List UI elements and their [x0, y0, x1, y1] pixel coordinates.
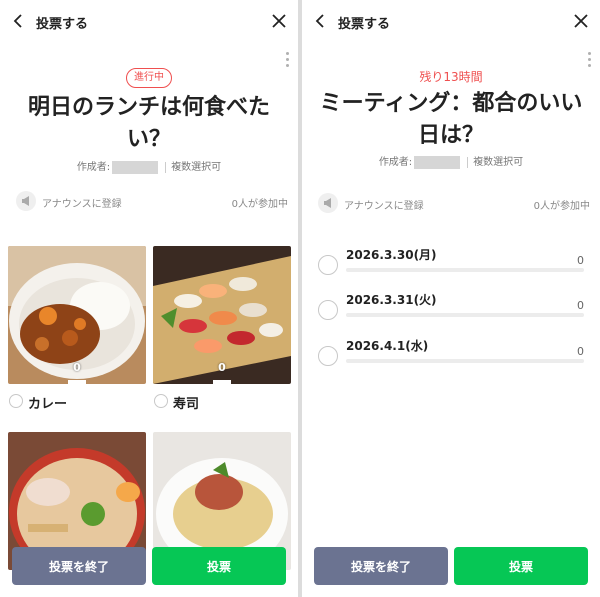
option-label: 2026.3.30(月)	[346, 248, 437, 262]
poll-meta: 作成者: 複数選択可	[302, 153, 600, 169]
participant-count: 0人が参加中	[533, 201, 590, 212]
radio-button[interactable]	[318, 346, 338, 366]
option-label: カレー	[28, 397, 68, 412]
option-vote-count: 0	[577, 254, 584, 267]
vote-progress-track	[346, 359, 584, 363]
vote-button[interactable]: 投票	[152, 547, 286, 585]
vote-bar	[68, 380, 86, 384]
poll-title: 明日のランチは何食べたい？	[27, 95, 270, 152]
option-label: 2026.4.1(水)	[346, 339, 429, 353]
option-row-2026-3-30[interactable]: 2026.3.30(月) 0	[318, 246, 584, 280]
chevron-left-icon[interactable]	[312, 12, 330, 30]
author-label: 作成者:	[76, 162, 111, 173]
megaphone-icon	[318, 193, 338, 213]
option-vote-count: 0	[73, 361, 81, 374]
megaphone-icon	[16, 191, 36, 211]
close-icon[interactable]	[270, 12, 288, 30]
multi-select-label: 複数選択可	[473, 157, 524, 168]
multi-select-label: 複数選択可	[171, 162, 222, 173]
option-row-sushi[interactable]: 寿司	[153, 392, 291, 412]
announce-label: アナウンスに登録	[344, 201, 424, 212]
header: 投票する	[0, 0, 298, 42]
option-card-sushi[interactable]: 0 寿司	[153, 246, 291, 412]
author-name-redacted	[112, 160, 159, 174]
curry-image: 0	[8, 246, 146, 384]
vote-progress-track	[346, 268, 584, 272]
poll-meta: 作成者: 複数選択可	[0, 158, 298, 174]
radio-button[interactable]	[9, 394, 23, 408]
option-vote-count: 0	[577, 299, 584, 312]
radio-button[interactable]	[154, 394, 168, 408]
vote-bar	[213, 380, 231, 384]
option-vote-count: 0	[577, 345, 584, 358]
option-card-curry[interactable]: 0 カレー	[8, 246, 146, 412]
close-icon[interactable]	[572, 12, 590, 30]
author-label: 作成者:	[378, 157, 413, 168]
option-row-curry[interactable]: カレー	[8, 392, 146, 412]
header-title: 投票する	[338, 17, 391, 32]
poll-screen-meeting: 投票する 残り13時間 ミーティング：都合のいい日は？ 作成者: 複数選択可 アナ…	[302, 0, 600, 597]
radio-button[interactable]	[318, 300, 338, 320]
option-row-2026-4-1[interactable]: 2026.4.1(水) 0	[318, 337, 584, 371]
participant-count: 0人が参加中	[231, 199, 288, 210]
announce-row[interactable]: アナウンスに登録 0人が参加中	[16, 191, 288, 213]
radio-button[interactable]	[318, 255, 338, 275]
option-row-2026-3-31[interactable]: 2026.3.31(火) 0	[318, 291, 584, 325]
poll-screen-lunch: 投票する 進行中 明日のランチは何食べたい？ 作成者: 複数選択可 アナウンスに登…	[0, 0, 298, 597]
author-name-redacted	[414, 155, 461, 169]
poll-title: ミーティング：都合のいい日は？	[319, 91, 583, 148]
end-poll-button[interactable]: 投票を終了	[12, 547, 146, 585]
announce-row[interactable]: アナウンスに登録 0人が参加中	[318, 193, 590, 215]
option-label: 2026.3.31(火)	[346, 293, 437, 307]
option-vote-count: 0	[218, 361, 226, 374]
header: 投票する	[302, 0, 600, 42]
chevron-left-icon[interactable]	[10, 12, 28, 30]
more-vertical-icon[interactable]	[284, 52, 290, 70]
end-poll-button[interactable]: 投票を終了	[314, 547, 448, 585]
vote-button[interactable]: 投票	[454, 547, 588, 585]
header-title: 投票する	[36, 17, 89, 32]
status-badge: 進行中	[126, 68, 172, 88]
sushi-image: 0	[153, 246, 291, 384]
vote-progress-track	[346, 313, 584, 317]
time-remaining: 残り13時間	[419, 70, 483, 84]
announce-label: アナウンスに登録	[42, 199, 122, 210]
option-label: 寿司	[173, 397, 200, 412]
